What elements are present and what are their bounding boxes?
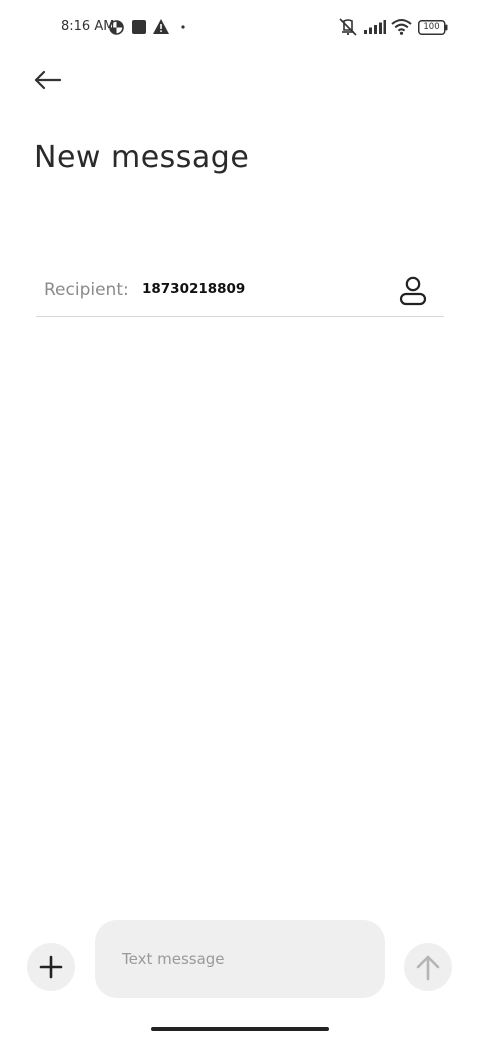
signal-icon [364,20,386,34]
add-attachment-button[interactable] [27,943,75,991]
composer-bar [0,910,480,1010]
arrow-up-icon [416,955,440,981]
square-notification-icon [132,20,146,34]
status-time: 8:16 AM [61,19,115,34]
battery-icon: 100 [418,20,448,35]
home-indicator[interactable] [151,1027,329,1031]
send-button[interactable] [404,943,452,991]
message-box[interactable] [95,920,385,998]
page-title: New message [34,140,250,175]
back-button[interactable] [26,62,70,98]
message-input[interactable] [122,950,362,968]
contact-picker-button[interactable] [396,274,430,308]
plus-icon [39,955,63,979]
dot-icon [181,25,185,29]
person-icon [399,276,427,306]
status-bar: 8:16 AM 100 [0,0,480,56]
battery-level: 100 [423,22,440,32]
warning-icon [153,19,169,34]
recipient-label: Recipient: [44,280,129,300]
arrow-left-icon [34,70,62,90]
vibrate-off-icon [339,18,357,36]
recipient-row: Recipient: [36,262,444,317]
wifi-icon [391,19,412,35]
data-saver-icon [109,20,124,35]
recipient-input[interactable] [142,281,362,297]
